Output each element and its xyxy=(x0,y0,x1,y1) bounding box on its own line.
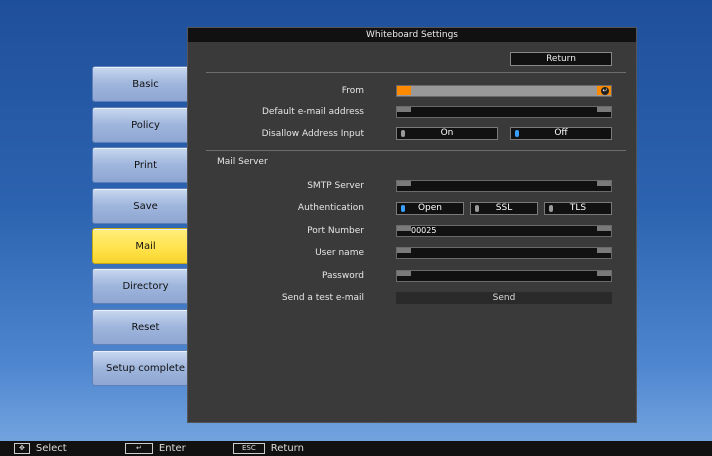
directional-pad-icon: ✥ xyxy=(14,442,30,454)
tab-basic[interactable]: Basic xyxy=(92,66,199,102)
footer-select: ✥ Select xyxy=(14,441,67,456)
radio-selected-icon xyxy=(515,130,519,137)
tab-mail[interactable]: Mail xyxy=(92,228,199,264)
tab-save[interactable]: Save xyxy=(92,188,199,224)
tab-policy[interactable]: Policy xyxy=(92,107,199,143)
radio-icon xyxy=(549,205,553,212)
password-label: Password xyxy=(321,271,364,281)
footer-return-label: Return xyxy=(270,443,304,454)
auth-tls-option[interactable]: TLS xyxy=(544,202,612,215)
port-number-value: 00025 xyxy=(411,226,437,235)
divider xyxy=(206,150,626,151)
tab-setup-complete[interactable]: Setup complete xyxy=(92,350,199,386)
port-number-label: Port Number xyxy=(307,226,364,236)
tab-print[interactable]: Print xyxy=(92,147,199,183)
radio-icon xyxy=(475,205,479,212)
smtp-server-label: SMTP Server xyxy=(307,181,364,191)
auth-ssl-option[interactable]: SSL xyxy=(470,202,538,215)
authentication-label: Authentication xyxy=(297,203,364,213)
disallow-on-option[interactable]: On xyxy=(396,127,498,140)
disallow-off-label: Off xyxy=(554,128,568,138)
radio-selected-icon xyxy=(401,205,405,212)
port-number-field[interactable]: 00025 xyxy=(396,225,612,237)
footer-select-label: Select xyxy=(35,443,67,454)
enter-icon: ↵ xyxy=(125,442,153,454)
disallow-off-option[interactable]: Off xyxy=(510,127,612,140)
settings-panel: Whiteboard Settings Return From ↵ Defaul… xyxy=(187,27,637,423)
disallow-address-label: Disallow Address Input xyxy=(261,129,364,139)
default-email-field[interactable] xyxy=(396,106,612,118)
from-label: From xyxy=(341,86,364,96)
divider xyxy=(206,72,626,73)
default-email-label: Default e-mail address xyxy=(261,107,364,117)
return-button[interactable]: Return xyxy=(510,52,612,66)
from-field[interactable]: ↵ xyxy=(396,85,612,97)
footer-return: ESC Return xyxy=(233,441,304,456)
panel-title: Whiteboard Settings xyxy=(188,28,636,42)
esc-key-icon: ESC xyxy=(233,442,265,454)
auth-ssl-label: SSL xyxy=(495,203,513,213)
password-field[interactable] xyxy=(396,270,612,282)
auth-tls-label: TLS xyxy=(569,203,587,213)
radio-icon xyxy=(401,130,405,137)
user-name-label: User name xyxy=(315,248,364,258)
tab-directory[interactable]: Directory xyxy=(92,268,199,304)
tab-reset[interactable]: Reset xyxy=(92,309,199,345)
send-button[interactable]: Send xyxy=(396,292,612,304)
footer-enter-label: Enter xyxy=(158,443,186,454)
smtp-server-field[interactable] xyxy=(396,180,612,192)
footer-bar: ✥ Select ↵ Enter ESC Return xyxy=(0,441,712,456)
auth-open-label: Open xyxy=(417,203,443,213)
enter-icon: ↵ xyxy=(601,87,609,95)
user-name-field[interactable] xyxy=(396,247,612,259)
mail-server-heading: Mail Server xyxy=(217,157,268,167)
disallow-on-label: On xyxy=(440,128,454,138)
auth-open-option[interactable]: Open xyxy=(396,202,464,215)
footer-enter: ↵ Enter xyxy=(125,441,186,456)
send-test-email-label: Send a test e-mail xyxy=(281,293,364,303)
